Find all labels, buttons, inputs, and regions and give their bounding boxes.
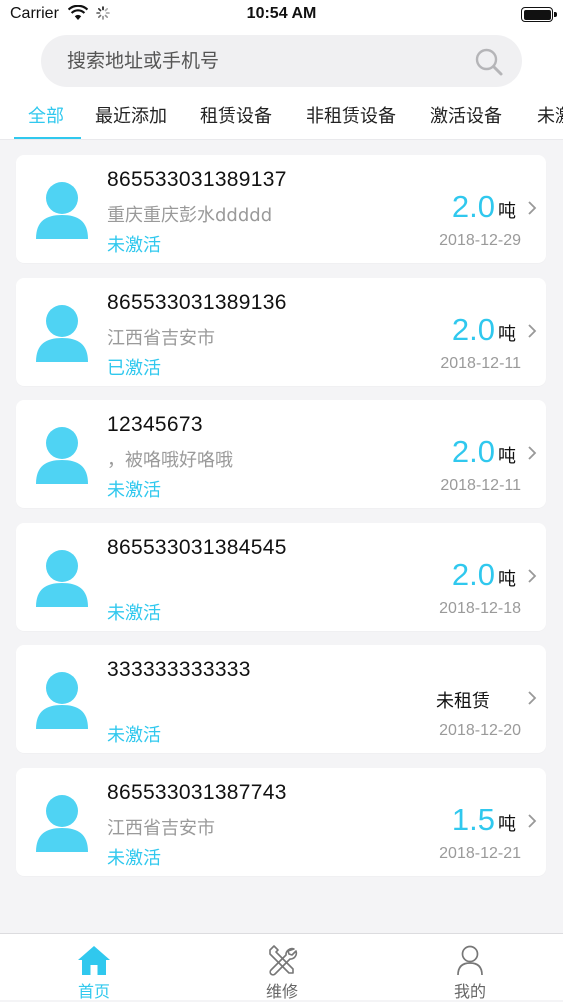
device-address: 重庆重庆彭水ddddd [107,205,273,226]
device-card[interactable]: 865533031389137 重庆重庆彭水ddddd 未激活 2.0 吨 201… [16,155,546,263]
tonnage-unit: 吨 [498,813,516,835]
tonnage-value: 2.0 [451,311,495,347]
tabbar-label-repair: 维修 [265,982,298,1001]
chevron-right-icon [528,691,537,705]
user-avatar-icon [36,182,88,239]
tonnage-unit: 吨 [498,568,516,590]
user-avatar-icon [36,304,88,362]
device-card[interactable]: 333333333333 未激活 未租赁 2018-12-20 [16,645,546,753]
device-card[interactable]: 865533031387743 江西省吉安市 未激活 1.5 吨 2018-12-… [16,767,546,876]
clock: 10:54 AM [246,5,317,22]
search-input[interactable] [67,35,457,87]
device-address: 江西省吉安市 [107,817,215,839]
user-avatar-icon [36,549,88,607]
bottom-tab-bar: 首页 维修 我的 [0,933,563,1001]
tabbar-item-home[interactable]: 首页 [0,934,188,1001]
device-id: 865533031387743 [107,780,287,804]
tonnage-value: 2.0 [451,434,495,469]
profile-icon [457,945,483,976]
user-avatar-icon [36,672,88,729]
status-bar: Carrier 10:54 AM [0,0,563,30]
device-list: 865533031389137 重庆重庆彭水ddddd 未激活 2.0 吨 201… [16,155,546,890]
tonnage: 2.0 吨 [452,312,516,348]
device-date: 2018-12-11 [440,477,521,494]
tab-non-rental-devices[interactable]: 非租赁设备 [306,102,396,128]
chevron-right-icon [528,446,537,460]
chevron-right-icon [528,323,537,338]
device-address: ，被咯哦好咯哦 [107,450,233,471]
device-card[interactable]: 865533031389136 江西省吉安市 已激活 2.0 吨 2018-12-… [16,277,546,386]
tab-activated-devices[interactable]: 激活设备 [430,102,502,128]
active-tab-indicator [14,137,81,139]
tonnage-unit: 吨 [498,323,516,345]
device-card[interactable]: 12345673 ，被咯哦好咯哦 未激活 2.0 吨 2018-12-11 [16,400,546,508]
device-address: 江西省吉安市 [107,327,215,349]
device-id: 865533031389137 [107,168,287,191]
activation-status: 未激活 [107,480,161,501]
search-box[interactable] [41,35,522,87]
device-date: 2018-12-29 [439,232,521,249]
device-date: 2018-12-20 [439,722,521,739]
battery-icon [521,7,557,22]
tonnage: 2.0 吨 [452,557,516,593]
tab-rental-devices[interactable]: 租赁设备 [200,102,272,128]
tonnage: 2.0 吨 [452,434,516,470]
filter-tabs: 全部 最近添加 租赁设备 非租赁设备 激活设备 未激 [0,92,563,140]
activation-status: 未激活 [107,847,161,869]
tonnage: 1.5 吨 [452,802,516,838]
tonnage-unit: 吨 [498,446,516,467]
activation-status: 未激活 [107,725,161,746]
search-icon[interactable] [474,47,504,77]
device-id: 333333333333 [107,658,251,681]
device-id: 12345673 [107,413,203,436]
tabbar-item-profile[interactable]: 我的 [376,934,563,1001]
device-id: 865533031384545 [107,535,287,559]
tonnage-value: 1.5 [451,801,495,837]
device-date: 2018-12-18 [439,599,521,617]
tab-recently-added[interactable]: 最近添加 [95,102,167,128]
chevron-right-icon [528,201,537,215]
chevron-right-icon [528,568,537,583]
tabbar-label-profile: 我的 [453,982,486,1001]
activation-status: 未激活 [107,602,161,624]
repair-tools-icon [269,945,298,976]
tabbar-label-home: 首页 [77,982,110,1001]
tonnage-value: 2.0 [451,556,495,592]
home-icon [78,946,110,975]
device-date: 2018-12-21 [439,844,521,862]
tonnage: 2.0 吨 [452,189,516,225]
user-avatar-icon [36,427,88,484]
search-area [0,30,563,92]
user-avatar-icon [36,794,88,852]
device-card[interactable]: 865533031384545 未激活 2.0 吨 2018-12-18 [16,522,546,631]
rental-status: 未租赁 [436,691,490,712]
device-date: 2018-12-11 [440,354,521,372]
device-id: 865533031389136 [107,290,287,314]
activation-status: 未激活 [107,235,161,256]
tonnage-unit: 吨 [498,201,516,222]
chevron-right-icon [528,813,537,828]
tab-all[interactable]: 全部 [28,102,64,128]
tab-not-activated[interactable]: 未激 [537,102,563,128]
activation-status: 已激活 [107,357,161,379]
tabbar-item-repair[interactable]: 维修 [188,934,376,1001]
tonnage-value: 2.0 [451,189,495,224]
